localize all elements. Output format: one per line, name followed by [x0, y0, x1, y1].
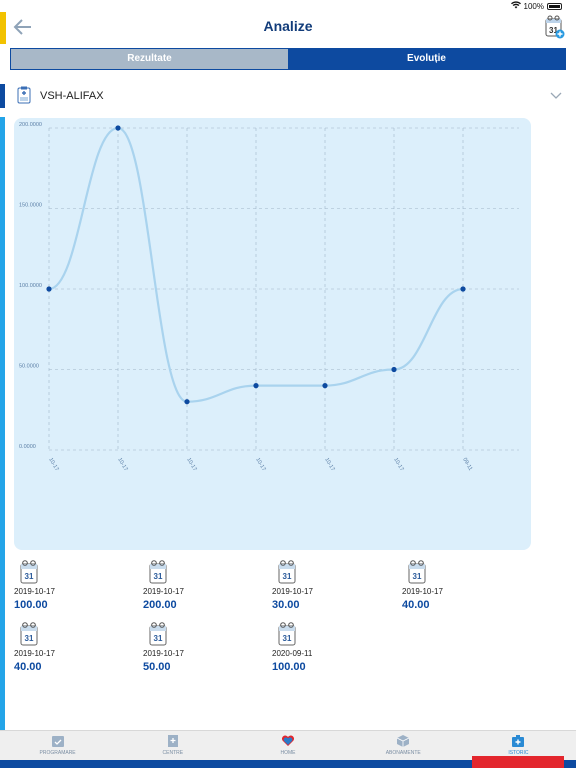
data-point [184, 399, 190, 405]
data-point [460, 286, 466, 292]
status-bar: 100% [0, 0, 576, 12]
bottom-bar [0, 756, 576, 768]
nav-item-centre[interactable]: CENTRE [115, 731, 230, 760]
battery-percent: 100% [523, 1, 544, 11]
svg-text:31: 31 [25, 634, 34, 643]
calendar-add-button[interactable]: 31 [544, 14, 566, 40]
calendar-icon: 31 [20, 560, 38, 584]
battery-icon [547, 2, 562, 10]
result-item[interactable]: 31 2019-10-17 200.00 [143, 558, 263, 614]
svg-text:31: 31 [413, 572, 422, 581]
svg-text:31: 31 [154, 572, 163, 581]
heart-home-icon [281, 735, 295, 746]
result-item[interactable]: 31 2019-10-17 50.00 [143, 620, 263, 676]
tab-evolutie[interactable]: Evoluție [288, 49, 565, 69]
result-value: 200.00 [143, 599, 177, 611]
calendar-icon: 31 [149, 622, 167, 646]
result-value: 30.00 [272, 599, 300, 611]
selector-accent [0, 84, 5, 108]
calendar-icon: 31 [278, 560, 296, 584]
status-right: 100% [510, 1, 562, 11]
result-date: 2019-10-17 [402, 587, 443, 596]
hospital-icon [167, 735, 178, 747]
y-tick-label: 150.0000 [19, 203, 42, 209]
box-icon [397, 735, 410, 747]
header: Analize 31 [0, 12, 576, 44]
result-item[interactable]: 31 2019-10-17 100.00 [14, 558, 134, 614]
calendar-icon: 31 [20, 622, 38, 646]
tab-bar: Rezultate Evoluție [10, 48, 566, 70]
wifi-icon [510, 1, 521, 11]
x-tick-label: 10-17 [392, 457, 404, 472]
result-date: 2020-09-11 [272, 649, 313, 658]
result-item[interactable]: 31 2019-10-17 30.00 [272, 558, 392, 614]
evolution-chart: 200.0000 150.0000 100.0000 50.0000 0.0000 10-… [14, 118, 531, 550]
nav-item-home[interactable]: HOME [230, 731, 345, 760]
chevron-down-icon [550, 92, 562, 99]
chart-svg: 200.0000 150.0000 100.0000 50.0000 0.0000 10-… [19, 122, 519, 472]
result-item[interactable]: 31 2019-10-17 40.00 [14, 620, 134, 676]
x-tick-label: 09-11 [461, 457, 473, 472]
x-tick-label: 10-17 [185, 457, 197, 472]
result-value: 100.00 [272, 661, 306, 673]
test-tube-icon [17, 86, 31, 104]
result-date: 2019-10-17 [143, 587, 184, 596]
x-tick-label: 10-17 [254, 457, 266, 472]
tab-rezultate[interactable]: Rezultate [11, 49, 288, 69]
result-value: 50.00 [143, 661, 171, 673]
calendar-icon: 31 [149, 560, 167, 584]
nav-item-programare[interactable]: PROGRAMARE [0, 731, 115, 760]
calendar-add-icon: 31 [545, 15, 565, 39]
result-item[interactable]: 31 2019-10-17 40.00 [402, 558, 522, 614]
data-point [46, 286, 52, 292]
nav-item-abonamente[interactable]: ABONAMENTE [346, 731, 461, 760]
svg-text:31: 31 [283, 572, 292, 581]
left-accent-strip [0, 117, 5, 731]
test-selector-dropdown[interactable]: VSH-ALIFAX [0, 84, 576, 110]
result-date: 2019-10-17 [14, 649, 55, 658]
x-tick-label: 10-17 [323, 457, 335, 472]
calendar-check-icon [51, 736, 64, 747]
result-value: 40.00 [402, 599, 430, 611]
page: 100% Analize 31 Rezultate Evoluție VSH-A… [0, 0, 576, 768]
result-date: 2019-10-17 [14, 587, 55, 596]
result-date: 2019-10-17 [143, 649, 184, 658]
data-point [253, 383, 259, 389]
page-title: Analize [263, 18, 313, 34]
y-tick-label: 50.0000 [19, 364, 39, 370]
y-tick-label: 200.0000 [19, 122, 42, 128]
data-point [115, 125, 121, 131]
calendar-icon: 31 [278, 622, 296, 646]
active-tab-indicator [472, 756, 564, 768]
result-item[interactable]: 31 2020-09-11 100.00 [272, 620, 392, 676]
calendar-icon: 31 [408, 560, 426, 584]
y-tick-label: 0.0000 [19, 444, 36, 450]
medical-kit-icon [512, 735, 525, 747]
nav-label: PROGRAMARE [39, 750, 76, 756]
y-tick-label: 100.0000 [19, 283, 42, 289]
result-value: 40.00 [14, 661, 42, 673]
svg-text:31: 31 [25, 572, 34, 581]
nav-label: HOME [280, 750, 296, 756]
nav-label: ABONAMENTE [385, 750, 421, 756]
results-grid: 31 2019-10-17 100.00 31 2019-10-17 200.00 31 20… [14, 558, 554, 678]
data-point [391, 366, 397, 373]
selected-test-name: VSH-ALIFAX [40, 90, 104, 102]
result-value: 100.00 [14, 599, 48, 611]
series-line [48, 126, 464, 403]
data-point [322, 383, 328, 389]
nav-label: CENTRE [162, 750, 184, 756]
result-date: 2019-10-17 [272, 587, 313, 596]
x-tick-label: 10-17 [47, 457, 59, 472]
svg-text:31: 31 [283, 634, 292, 643]
x-tick-label: 10-17 [116, 457, 128, 472]
svg-text:31: 31 [154, 634, 163, 643]
